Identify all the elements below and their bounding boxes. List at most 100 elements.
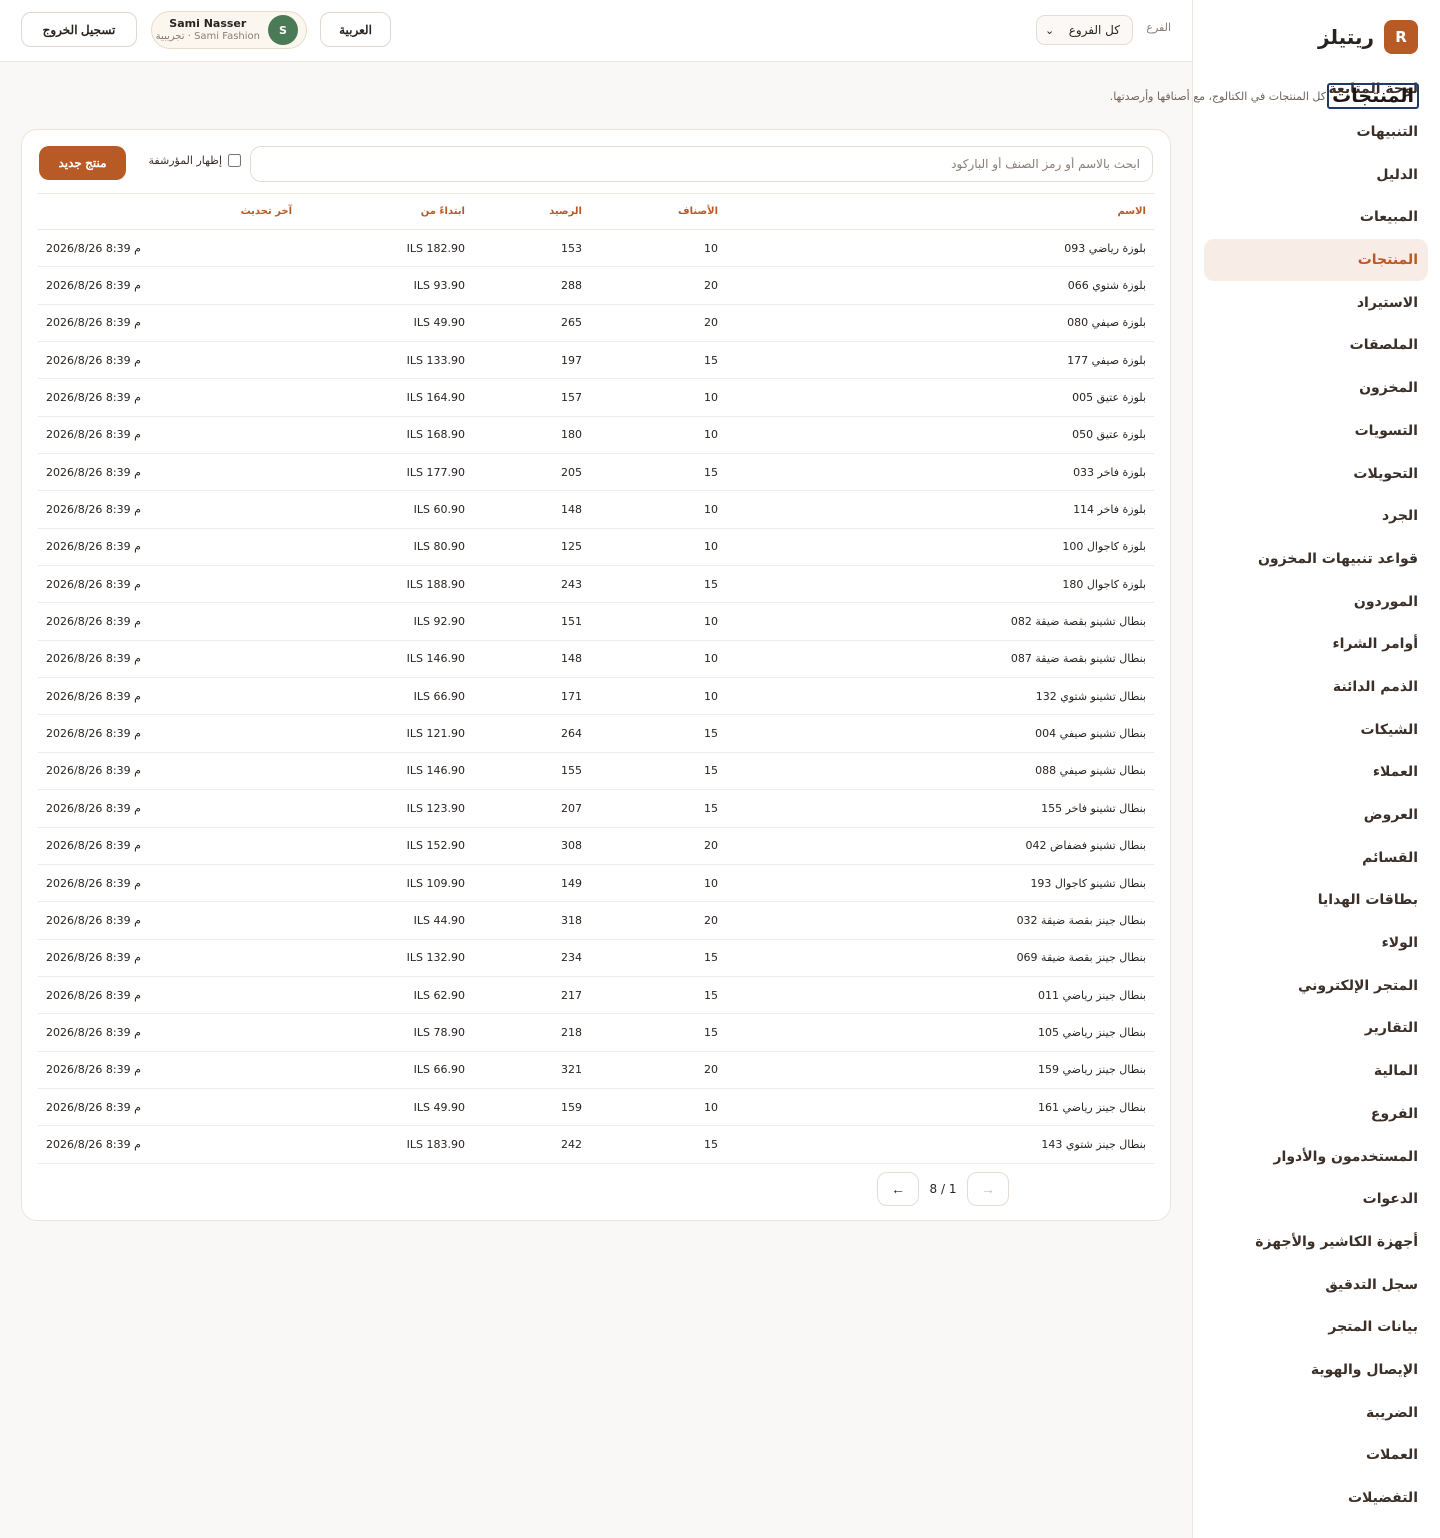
table-row[interactable]: بنطال جينز بقصة ضيقة 069 15 234 ILS 132.90 2… xyxy=(38,939,1154,977)
sidebar-item[interactable]: الشيكات xyxy=(1204,708,1428,751)
cell-stock: 217 xyxy=(473,976,590,1015)
sidebar-item[interactable]: التحويلات xyxy=(1204,452,1428,495)
sidebar-item[interactable]: العروض xyxy=(1204,794,1428,837)
branch-select[interactable]: كل الفروع ⌄ xyxy=(1036,15,1133,45)
table-row[interactable]: بنطال تشينو فضفاض 042 20 308 ILS 152.90 2026… xyxy=(38,827,1154,865)
cell-variants: 15 xyxy=(590,565,726,604)
new-product-button[interactable]: منتج جديد xyxy=(39,146,126,180)
language-button[interactable]: العربية xyxy=(320,12,391,47)
sidebar-item[interactable]: الضريبة xyxy=(1204,1391,1428,1434)
sidebar-item-label: القسائم xyxy=(1362,849,1418,866)
cell-stock: 153 xyxy=(473,229,590,268)
sidebar-item-label: قواعد تنبيهات المخزون xyxy=(1257,550,1418,567)
sidebar-item[interactable]: المبيعات xyxy=(1204,196,1428,239)
table-row[interactable]: بلوزة فاخر 114 10 148 ILS 60.90 2026/8/26 8:… xyxy=(38,490,1154,529)
sidebar-item[interactable]: بطاقات الهدايا xyxy=(1204,879,1428,922)
sidebar-item[interactable]: سجل التدقيق xyxy=(1204,1263,1428,1306)
cell-price: ILS 49.90 xyxy=(300,1088,473,1127)
cell-stock: 308 xyxy=(473,827,590,865)
sidebar-item[interactable]: الإيصال والهوية xyxy=(1204,1349,1428,1392)
sidebar-item-label: العملاء xyxy=(1372,764,1418,781)
cell-updated: 2026/8/26 8:39 م xyxy=(38,602,300,641)
cell-name: بلوزة رياضي 093 xyxy=(726,229,1154,268)
show-archived-toggle[interactable]: إظهار المؤرشفة xyxy=(149,154,241,167)
table-row[interactable]: بلوزة كاجوال 180 15 243 ILS 188.90 2026/8/26… xyxy=(38,565,1154,604)
sidebar-item[interactable]: الدعوات xyxy=(1204,1178,1428,1221)
cell-variants: 20 xyxy=(590,266,726,305)
sidebar-item[interactable]: الدليل xyxy=(1204,153,1428,196)
sidebar-item[interactable]: المنتجات xyxy=(1204,238,1428,282)
sidebar-item[interactable]: الملصقات xyxy=(1204,324,1428,367)
cell-price: ILS 109.90 xyxy=(300,864,473,903)
cell-updated: 2026/8/26 8:39 م xyxy=(38,1051,300,1089)
table-row[interactable]: بلوزة صيفي 080 20 265 ILS 49.90 2026/8/26 8:… xyxy=(38,304,1154,343)
user-chip[interactable]: S Sami Nasser Sami Fashion · تجريبية xyxy=(151,11,307,49)
cell-stock: 171 xyxy=(473,677,590,716)
table-row[interactable]: بلوزة فاخر 033 15 205 ILS 177.90 2026/8/26 8… xyxy=(38,453,1154,492)
table-row[interactable]: بنطال جينز رياضي 105 15 218 ILS 78.90 2026/8… xyxy=(38,1013,1154,1052)
sidebar-item[interactable]: التفضيلات xyxy=(1204,1477,1428,1520)
sidebar-item[interactable]: الفروع xyxy=(1204,1093,1428,1136)
cell-updated: 2026/8/26 8:39 م xyxy=(38,901,300,940)
table-row[interactable]: بلوزة عتيق 005 10 157 ILS 164.90 2026/8/26 8… xyxy=(38,378,1154,417)
table-row[interactable]: بنطال جينز بقصة ضيقة 032 20 318 ILS 44.90 20… xyxy=(38,901,1154,940)
table-row[interactable]: بنطال تشينو صيفي 004 15 264 ILS 121.90 2026/… xyxy=(38,714,1154,753)
column-header-updated[interactable]: آخر تحديث xyxy=(38,193,300,230)
table-row[interactable]: بلوزة صيفي 177 15 197 ILS 133.90 2026/8/26 8… xyxy=(38,341,1154,380)
table-row[interactable]: بنطال تشينو كاجوال 193 10 149 ILS 109.90 202… xyxy=(38,864,1154,903)
sidebar-item[interactable]: المتجر الإلكتروني xyxy=(1204,964,1428,1007)
sidebar-item[interactable]: العملاء xyxy=(1204,751,1428,794)
table-row[interactable]: بلوزة رياضي 093 10 153 ILS 182.90 2026/8/26 … xyxy=(38,229,1154,268)
sidebar-item[interactable]: بيانات المتجر xyxy=(1204,1306,1428,1349)
pagination: → 1 / 8 ← xyxy=(877,1172,1009,1206)
logout-button[interactable]: تسجيل الخروج xyxy=(21,12,137,47)
sidebar-item[interactable]: المستخدمون والأدوار xyxy=(1204,1135,1428,1178)
cell-stock: 125 xyxy=(473,528,590,567)
sidebar-item[interactable]: المالية xyxy=(1204,1050,1428,1093)
table-row[interactable]: بنطال جينز رياضي 159 20 321 ILS 66.90 2026/8… xyxy=(38,1051,1154,1089)
next-page-button[interactable]: ← xyxy=(877,1172,919,1206)
column-header-stock[interactable]: الرصيد xyxy=(473,193,590,230)
table-row[interactable]: بنطال تشينو صيفي 088 15 155 ILS 146.90 2026/… xyxy=(38,752,1154,791)
cell-stock: 234 xyxy=(473,939,590,977)
sidebar-item[interactable]: الموردون xyxy=(1204,580,1428,623)
table-row[interactable]: بنطال تشينو شتوي 132 10 171 ILS 66.90 2026/8… xyxy=(38,677,1154,716)
table-row[interactable]: بنطال تشينو بقصة ضيقة 082 10 151 ILS 92.90 2… xyxy=(38,602,1154,641)
table-row[interactable]: بنطال جينز رياضي 161 10 159 ILS 49.90 2026/8… xyxy=(38,1088,1154,1127)
brand[interactable]: R ريتيلز xyxy=(1318,20,1418,54)
cell-updated: 2026/8/26 8:39 م xyxy=(38,341,300,380)
column-header-variants[interactable]: الأصناف xyxy=(590,193,726,230)
sidebar-item-label: الدعوات xyxy=(1362,1191,1418,1208)
sidebar-item[interactable]: الاستيراد xyxy=(1204,281,1428,324)
sidebar-item[interactable]: التسويات xyxy=(1204,410,1428,453)
sidebar-item[interactable]: العملات xyxy=(1204,1434,1428,1477)
sidebar-item-label: التحويلات xyxy=(1353,465,1418,482)
sidebar-item[interactable]: التقارير xyxy=(1204,1007,1428,1050)
table-row[interactable]: بلوزة كاجوال 100 10 125 ILS 80.90 2026/8/26 … xyxy=(38,528,1154,567)
column-header-price[interactable]: ابتداءً من xyxy=(300,193,473,230)
sidebar-item[interactable]: التنبيهات xyxy=(1204,111,1428,154)
column-header-name[interactable]: الاسم xyxy=(726,193,1154,230)
show-archived-checkbox[interactable] xyxy=(228,154,241,167)
cell-price: ILS 60.90 xyxy=(300,490,473,529)
search-input[interactable] xyxy=(250,146,1153,182)
sidebar-item[interactable]: الذمم الدائنة xyxy=(1204,666,1428,709)
sidebar-item[interactable]: أوامر الشراء xyxy=(1204,623,1428,666)
table-row[interactable]: بلوزة شتوي 066 20 288 ILS 93.90 2026/8/26 8:… xyxy=(38,266,1154,305)
cell-price: ILS 66.90 xyxy=(300,677,473,716)
cell-variants: 15 xyxy=(590,1125,726,1164)
table-row[interactable]: بنطال جينز رياضي 011 15 217 ILS 62.90 2026/8… xyxy=(38,976,1154,1015)
table-row[interactable]: بنطال جينز شتوي 143 15 242 ILS 183.90 2026/8… xyxy=(38,1125,1154,1164)
sidebar-item[interactable]: المخزون xyxy=(1204,367,1428,410)
sidebar-item[interactable]: أجهزة الكاشير والأجهزة xyxy=(1204,1221,1428,1264)
sidebar-item[interactable]: الولاء xyxy=(1204,922,1428,965)
sidebar-item[interactable]: قواعد تنبيهات المخزون xyxy=(1204,538,1428,581)
brand-name: ريتيلز xyxy=(1318,25,1374,49)
cell-price: ILS 164.90 xyxy=(300,378,473,417)
sidebar-item[interactable]: الجرد xyxy=(1204,495,1428,538)
table-row[interactable]: بنطال تشينو بقصة ضيقة 087 10 148 ILS 146.90… xyxy=(38,640,1154,679)
sidebar-item[interactable]: القسائم xyxy=(1204,836,1428,879)
prev-page-button[interactable]: → xyxy=(967,1172,1009,1206)
table-row[interactable]: بنطال تشينو فاخر 155 15 207 ILS 123.90 2026/… xyxy=(38,789,1154,828)
table-row[interactable]: بلوزة عتيق 050 10 180 ILS 168.90 2026/8/26 8… xyxy=(38,416,1154,455)
